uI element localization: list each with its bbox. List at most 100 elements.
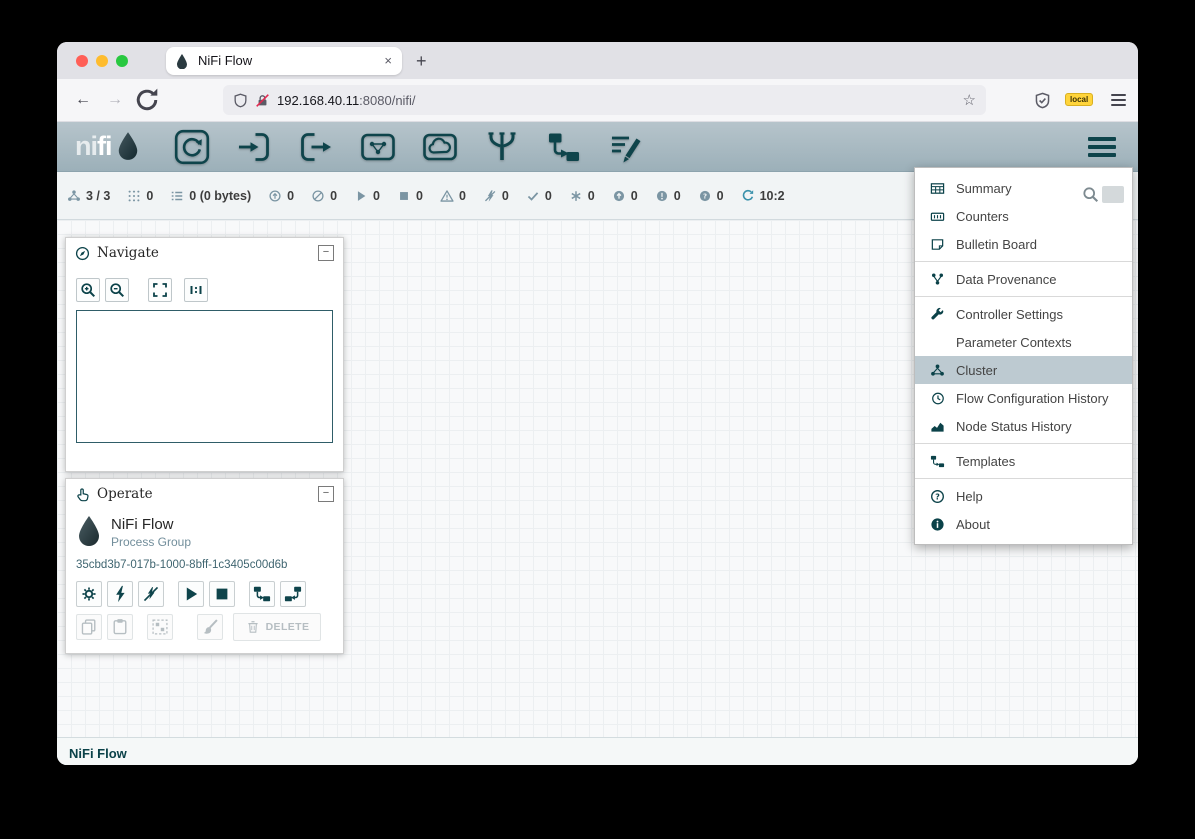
- tab-close-icon[interactable]: ×: [382, 53, 394, 68]
- menu-item-parameter-contexts[interactable]: Parameter Contexts: [915, 328, 1132, 356]
- operate-panel: Operate − NiFi Flow Process Group: [65, 478, 344, 654]
- configuration-button[interactable]: [76, 581, 102, 607]
- collapse-navigate-button[interactable]: −: [318, 245, 334, 261]
- stop-button[interactable]: [209, 581, 235, 607]
- forward-button[interactable]: →: [101, 86, 129, 114]
- operate-panel-header: Operate −: [66, 479, 343, 509]
- menu-divider: [915, 478, 1132, 479]
- question-circle-icon: ?: [698, 189, 712, 203]
- url-bar[interactable]: 192.168.40.11 :8080/nifi/ ☆: [223, 85, 986, 115]
- menu-item-controller-settings[interactable]: Controller Settings: [915, 300, 1132, 328]
- menu-item-bulletin-board[interactable]: Bulletin Board: [915, 230, 1132, 258]
- delete-button[interactable]: DELETE: [233, 613, 321, 641]
- processor-icon[interactable]: [174, 129, 210, 165]
- disable-button[interactable]: [138, 581, 164, 607]
- reload-button[interactable]: [133, 86, 161, 114]
- menu-divider: [915, 296, 1132, 297]
- selected-component-id[interactable]: 35cbd3b7-017b-1000-8bff-1c3405c00d6b: [76, 559, 333, 571]
- last-refresh-time: 10:2: [760, 189, 785, 203]
- menu-item-data-provenance[interactable]: Data Provenance: [915, 265, 1132, 293]
- hand-icon: [75, 487, 90, 502]
- process-group-icon[interactable]: [360, 129, 396, 165]
- input-port-icon[interactable]: [236, 129, 272, 165]
- new-tab-button[interactable]: +: [416, 52, 427, 70]
- macos-close-button[interactable]: [76, 55, 88, 67]
- bolt-slash-icon: [483, 189, 497, 203]
- fill-color-button[interactable]: [197, 614, 223, 640]
- output-port-icon[interactable]: [298, 129, 334, 165]
- global-search[interactable]: [1082, 186, 1124, 203]
- browser-tab[interactable]: NiFi Flow ×: [166, 47, 402, 75]
- stop-icon: [212, 584, 232, 604]
- template-icon: [929, 454, 946, 469]
- url-host: 192.168.40.11: [277, 93, 359, 108]
- history-icon: [929, 391, 946, 406]
- menu-item-counters[interactable]: Counters: [915, 202, 1132, 230]
- nifi-header: nifi: [57, 122, 1138, 172]
- menu-divider: [915, 443, 1132, 444]
- upload-template-button[interactable]: [249, 581, 275, 607]
- template-save-icon: [283, 584, 303, 604]
- paste-button[interactable]: [107, 614, 133, 640]
- start-button[interactable]: [178, 581, 204, 607]
- funnel-icon[interactable]: [484, 129, 520, 165]
- menu-item-cluster[interactable]: Cluster: [915, 356, 1132, 384]
- remote-process-group-icon[interactable]: [422, 129, 458, 165]
- logo-text-fi: fi: [97, 131, 112, 162]
- browser-toolbar: ← → 192.168.40.11 :8080/nifi/ ☆ local: [57, 79, 1138, 122]
- status-sync-failure: ? 0: [698, 189, 724, 203]
- arrow-up-circle-icon: [612, 189, 626, 203]
- enable-button[interactable]: [107, 581, 133, 607]
- group-button[interactable]: [147, 614, 173, 640]
- status-stale: 0: [612, 189, 638, 203]
- macos-zoom-button[interactable]: [116, 55, 128, 67]
- browser-window: NiFi Flow × + ← → 192.168.40.11 :8080/ni…: [57, 42, 1138, 765]
- bookmark-star-icon[interactable]: ☆: [963, 91, 976, 109]
- refresh-icon[interactable]: [741, 189, 755, 203]
- menu-divider: [915, 261, 1132, 262]
- zoom-fit-button[interactable]: [148, 278, 172, 302]
- back-button[interactable]: ←: [69, 86, 97, 114]
- collapse-operate-button[interactable]: −: [318, 486, 334, 502]
- macos-minimize-button[interactable]: [96, 55, 108, 67]
- tab-title: NiFi Flow: [198, 53, 382, 68]
- firefox-menu-button[interactable]: [1111, 94, 1126, 106]
- status-not-transmitting: 0: [311, 189, 337, 203]
- status-active-threads: 0: [127, 189, 153, 203]
- operate-buttons-row-1: [76, 581, 333, 607]
- gear-icon: [79, 584, 99, 604]
- menu-item-templates[interactable]: Templates: [915, 447, 1132, 475]
- zoom-out-button[interactable]: [105, 278, 129, 302]
- compass-icon: [75, 246, 90, 261]
- profile-button[interactable]: local: [1065, 91, 1097, 109]
- menu-item-help[interactable]: ? Help: [915, 482, 1132, 510]
- menu-item-node-status-history[interactable]: Node Status History: [915, 412, 1132, 440]
- shield-check-icon[interactable]: [1034, 92, 1051, 109]
- zoom-in-button[interactable]: [76, 278, 100, 302]
- search-icon[interactable]: [1082, 186, 1099, 203]
- stop-icon: [397, 189, 411, 203]
- create-template-button[interactable]: [280, 581, 306, 607]
- label-icon[interactable]: [608, 129, 644, 165]
- search-field-stub[interactable]: [1102, 186, 1124, 203]
- status-locally-modified: 0: [569, 189, 595, 203]
- copy-button[interactable]: [76, 614, 102, 640]
- menu-item-about[interactable]: About: [915, 510, 1132, 538]
- provenance-icon: [929, 272, 946, 287]
- breadcrumb-root[interactable]: NiFi Flow: [69, 746, 127, 761]
- status-transmitting: 0: [268, 189, 294, 203]
- status-refresh[interactable]: 10:2: [741, 189, 785, 203]
- menu-item-flow-configuration-history[interactable]: Flow Configuration History: [915, 384, 1132, 412]
- zoom-actual-button[interactable]: [184, 278, 208, 302]
- tracking-protection-shield-icon[interactable]: [233, 93, 248, 108]
- navigate-toolbar: [76, 278, 333, 302]
- insecure-lock-icon[interactable]: [255, 93, 270, 108]
- component-toolbar: [174, 129, 644, 165]
- asterisk-icon: [569, 189, 583, 203]
- template-icon[interactable]: [546, 129, 582, 165]
- operate-panel-title: Operate: [97, 486, 311, 502]
- selected-component-name: NiFi Flow: [111, 516, 191, 533]
- birdseye-view[interactable]: [76, 310, 333, 443]
- check-icon: [526, 189, 540, 203]
- global-menu-button[interactable]: [1084, 133, 1120, 161]
